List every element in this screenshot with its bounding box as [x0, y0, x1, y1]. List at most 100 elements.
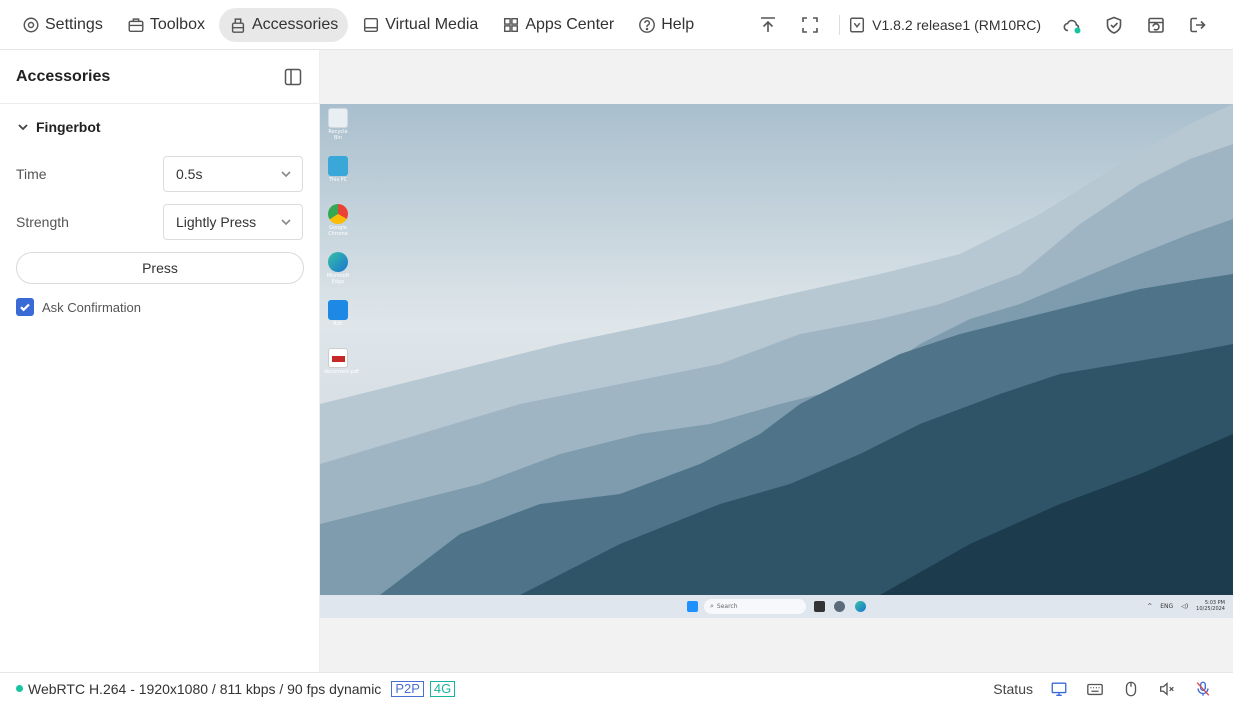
keyboard-button[interactable] [1077, 673, 1113, 705]
divider [839, 15, 841, 35]
status-controls: Status [993, 673, 1221, 705]
task-view-icon[interactable] [814, 601, 825, 612]
press-button[interactable]: Press [16, 252, 304, 284]
taskbar-search[interactable]: ⌕ Search [704, 599, 806, 614]
desktop-icon-pdf[interactable]: document.pdf [324, 348, 359, 375]
accessories-panel: Accessories Fingerbot Time 0.5s Strength… [0, 50, 320, 672]
wallpaper-image [320, 104, 1233, 595]
help-icon [639, 16, 656, 33]
shield-check-icon [1106, 16, 1122, 34]
top-bar: Settings Toolbox Accessories Virtual Med… [0, 0, 1233, 50]
version-info[interactable]: V1.8.2 release1 (RM10RC) [848, 16, 1041, 34]
nav-toolbox[interactable]: Toolbox [117, 8, 215, 42]
tray-language[interactable]: ENG [1160, 603, 1173, 610]
nav-apps-center-label: Apps Center [525, 15, 615, 33]
edge-taskbar-icon[interactable] [855, 601, 866, 612]
chevron-down-icon [281, 171, 291, 178]
chevron-up-icon[interactable]: ^ [1147, 603, 1152, 610]
strength-label: Strength [16, 214, 69, 230]
remote-view: Recycle Bin This PC Google Chrome Micros… [320, 50, 1233, 672]
cloud-status-button[interactable] [1051, 8, 1093, 42]
sidebar-toggle-icon[interactable] [283, 67, 303, 87]
nav-settings[interactable]: Settings [12, 8, 113, 42]
desktop-icon-this-pc[interactable]: This PC [324, 156, 352, 183]
mouse-button[interactable] [1113, 673, 1149, 705]
speaker-mute-button[interactable] [1149, 673, 1185, 705]
desktop-icon-label: Google Chrome [328, 225, 348, 237]
version-icon [850, 17, 865, 33]
virtual-media-icon [364, 17, 379, 32]
fingerbot-section-title: Fingerbot [36, 119, 101, 135]
app-shortcut-icon [328, 300, 348, 320]
volume-icon[interactable]: ◁) [1181, 603, 1188, 610]
time-row: Time 0.5s [16, 150, 303, 198]
security-button[interactable] [1093, 8, 1135, 42]
desktop-icon-label: Rdc [333, 321, 343, 327]
monitor-icon [1051, 682, 1067, 696]
panel-header: Accessories [0, 50, 319, 104]
microphone-button[interactable] [1185, 673, 1221, 705]
desktop-icon-chrome[interactable]: Google Chrome [324, 204, 352, 237]
search-icon: ⌕ [710, 602, 714, 610]
edge-icon [328, 252, 348, 272]
stream-info: WebRTC H.264 - 1920x1080 / 811 kbps / 90… [28, 680, 382, 697]
microphone-off-icon [1196, 681, 1210, 696]
calendar-refresh-icon [1148, 17, 1164, 33]
nav-help-label: Help [661, 15, 695, 33]
status-label[interactable]: Status [993, 681, 1033, 697]
settings-app-icon[interactable] [834, 601, 845, 612]
desktop-icon-label: Recycle Bin [328, 129, 348, 141]
time-select[interactable]: 0.5s [163, 156, 303, 192]
desktop-icon-recycle-bin[interactable]: Recycle Bin [324, 108, 352, 141]
calendar-refresh-button[interactable] [1135, 8, 1177, 42]
clock-date: 10/25/2024 [1196, 606, 1225, 612]
nav-virtual-media[interactable]: Virtual Media [352, 8, 488, 42]
upload-button[interactable] [747, 8, 789, 42]
accessories-icon [231, 17, 245, 33]
status-bar: WebRTC H.264 - 1920x1080 / 811 kbps / 90… [0, 672, 1233, 704]
chevron-down-icon [18, 124, 28, 131]
checkmark-icon [20, 303, 30, 312]
desktop-icon-label: document.pdf [324, 369, 359, 375]
system-tray: ^ ENG ◁) 5:03 PM 10/25/2024 [1147, 600, 1225, 612]
speaker-muted-icon [1160, 682, 1174, 696]
nav-help[interactable]: Help [628, 8, 704, 42]
monitor-icon [328, 156, 348, 176]
display-button[interactable] [1041, 673, 1077, 705]
ask-confirmation-row: Ask Confirmation [16, 284, 303, 330]
desktop-icon-label: Microsoft Edge [326, 273, 350, 285]
desktop-icon-label: This PC [328, 177, 348, 183]
fullscreen-button[interactable] [789, 8, 831, 42]
recycle-bin-icon [328, 108, 348, 128]
p2p-badge: P2P [391, 680, 424, 697]
nav-apps-center[interactable]: Apps Center [492, 8, 624, 42]
fingerbot-section-header[interactable]: Fingerbot [16, 104, 303, 150]
nav-toolbox-label: Toolbox [149, 15, 205, 33]
strength-select[interactable]: Lightly Press [163, 204, 303, 240]
start-icon[interactable] [687, 601, 698, 612]
nav-accessories-label: Accessories [251, 15, 339, 33]
keyboard-icon [1087, 683, 1103, 696]
nav-accessories[interactable]: Accessories [218, 7, 349, 42]
ask-confirmation-checkbox[interactable] [16, 298, 34, 316]
chevron-down-icon [281, 219, 291, 226]
mouse-icon [1125, 681, 1137, 697]
nav-virtual-media-label: Virtual Media [385, 15, 479, 33]
tray-clock[interactable]: 5:03 PM 10/25/2024 [1196, 600, 1225, 612]
strength-row: Strength Lightly Press [16, 198, 303, 246]
logout-button[interactable] [1177, 8, 1219, 42]
connection-dot [16, 685, 23, 692]
network-4g-badge: 4G [429, 680, 456, 697]
version-label: V1.8.2 release1 (RM10RC) [872, 17, 1041, 33]
panel-title: Accessories [16, 67, 111, 85]
windows-taskbar: ⌕ Search ^ ENG ◁) 5:03 PM 10/25/2024 [320, 595, 1233, 618]
remote-desktop[interactable]: Recycle Bin This PC Google Chrome Micros… [320, 104, 1233, 618]
ask-confirmation-label: Ask Confirmation [42, 299, 141, 315]
desktop-icon-edge[interactable]: Microsoft Edge [324, 252, 352, 285]
time-value: 0.5s [176, 166, 203, 182]
settings-icon [23, 17, 39, 32]
desktop-icon-app[interactable]: Rdc [324, 300, 352, 327]
pdf-file-icon [328, 348, 348, 368]
cloud-icon [1063, 19, 1081, 34]
taskbar-search-placeholder: Search [716, 603, 738, 610]
